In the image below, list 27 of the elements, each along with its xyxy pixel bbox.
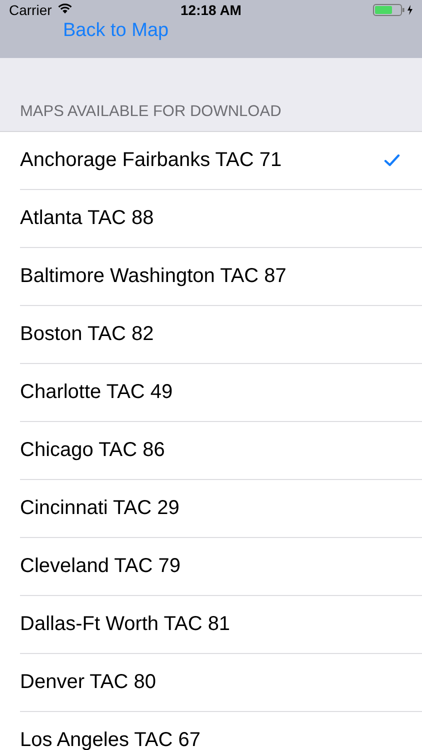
map-row[interactable]: Cincinnati TAC 29 <box>20 480 422 538</box>
section-header: MAPS AVAILABLE FOR DOWNLOAD <box>20 103 282 121</box>
map-name: Cleveland TAC 79 <box>20 555 182 578</box>
map-row[interactable]: Baltimore Washington TAC 87 <box>20 248 422 306</box>
map-name: Charlotte TAC 49 <box>20 381 174 404</box>
map-name: Baltimore Washington TAC 87 <box>20 265 288 288</box>
map-row[interactable]: Los Angeles TAC 67 <box>20 712 422 750</box>
map-row[interactable]: Chicago TAC 86 <box>20 422 422 480</box>
map-row[interactable]: Cleveland TAC 79 <box>20 538 422 596</box>
map-row[interactable]: Dallas-Ft Worth TAC 81 <box>20 596 422 654</box>
map-row[interactable]: Atlanta TAC 88 <box>20 190 422 248</box>
map-name: Chicago TAC 86 <box>20 439 166 462</box>
map-row[interactable]: Denver TAC 80 <box>20 654 422 712</box>
wifi-icon <box>56 2 73 14</box>
map-row[interactable]: Charlotte TAC 49 <box>20 364 422 422</box>
map-name: Cincinnati TAC 29 <box>20 497 180 520</box>
carrier-name: Carrier <box>9 2 52 18</box>
map-name: Los Angeles TAC 67 <box>20 729 202 750</box>
clock-time: 12:18 AM <box>180 2 242 18</box>
map-name: Anchorage Fairbanks TAC 71 <box>20 149 283 172</box>
map-name: Boston TAC 82 <box>20 323 155 346</box>
map-name: Dallas-Ft Worth TAC 81 <box>20 613 232 636</box>
map-row[interactable]: Boston TAC 82 <box>20 306 422 364</box>
map-name: Denver TAC 80 <box>20 671 157 694</box>
battery-icon <box>373 4 415 16</box>
map-name: Atlanta TAC 88 <box>20 207 155 230</box>
map-row[interactable]: Anchorage Fairbanks TAC 71 <box>20 132 422 190</box>
